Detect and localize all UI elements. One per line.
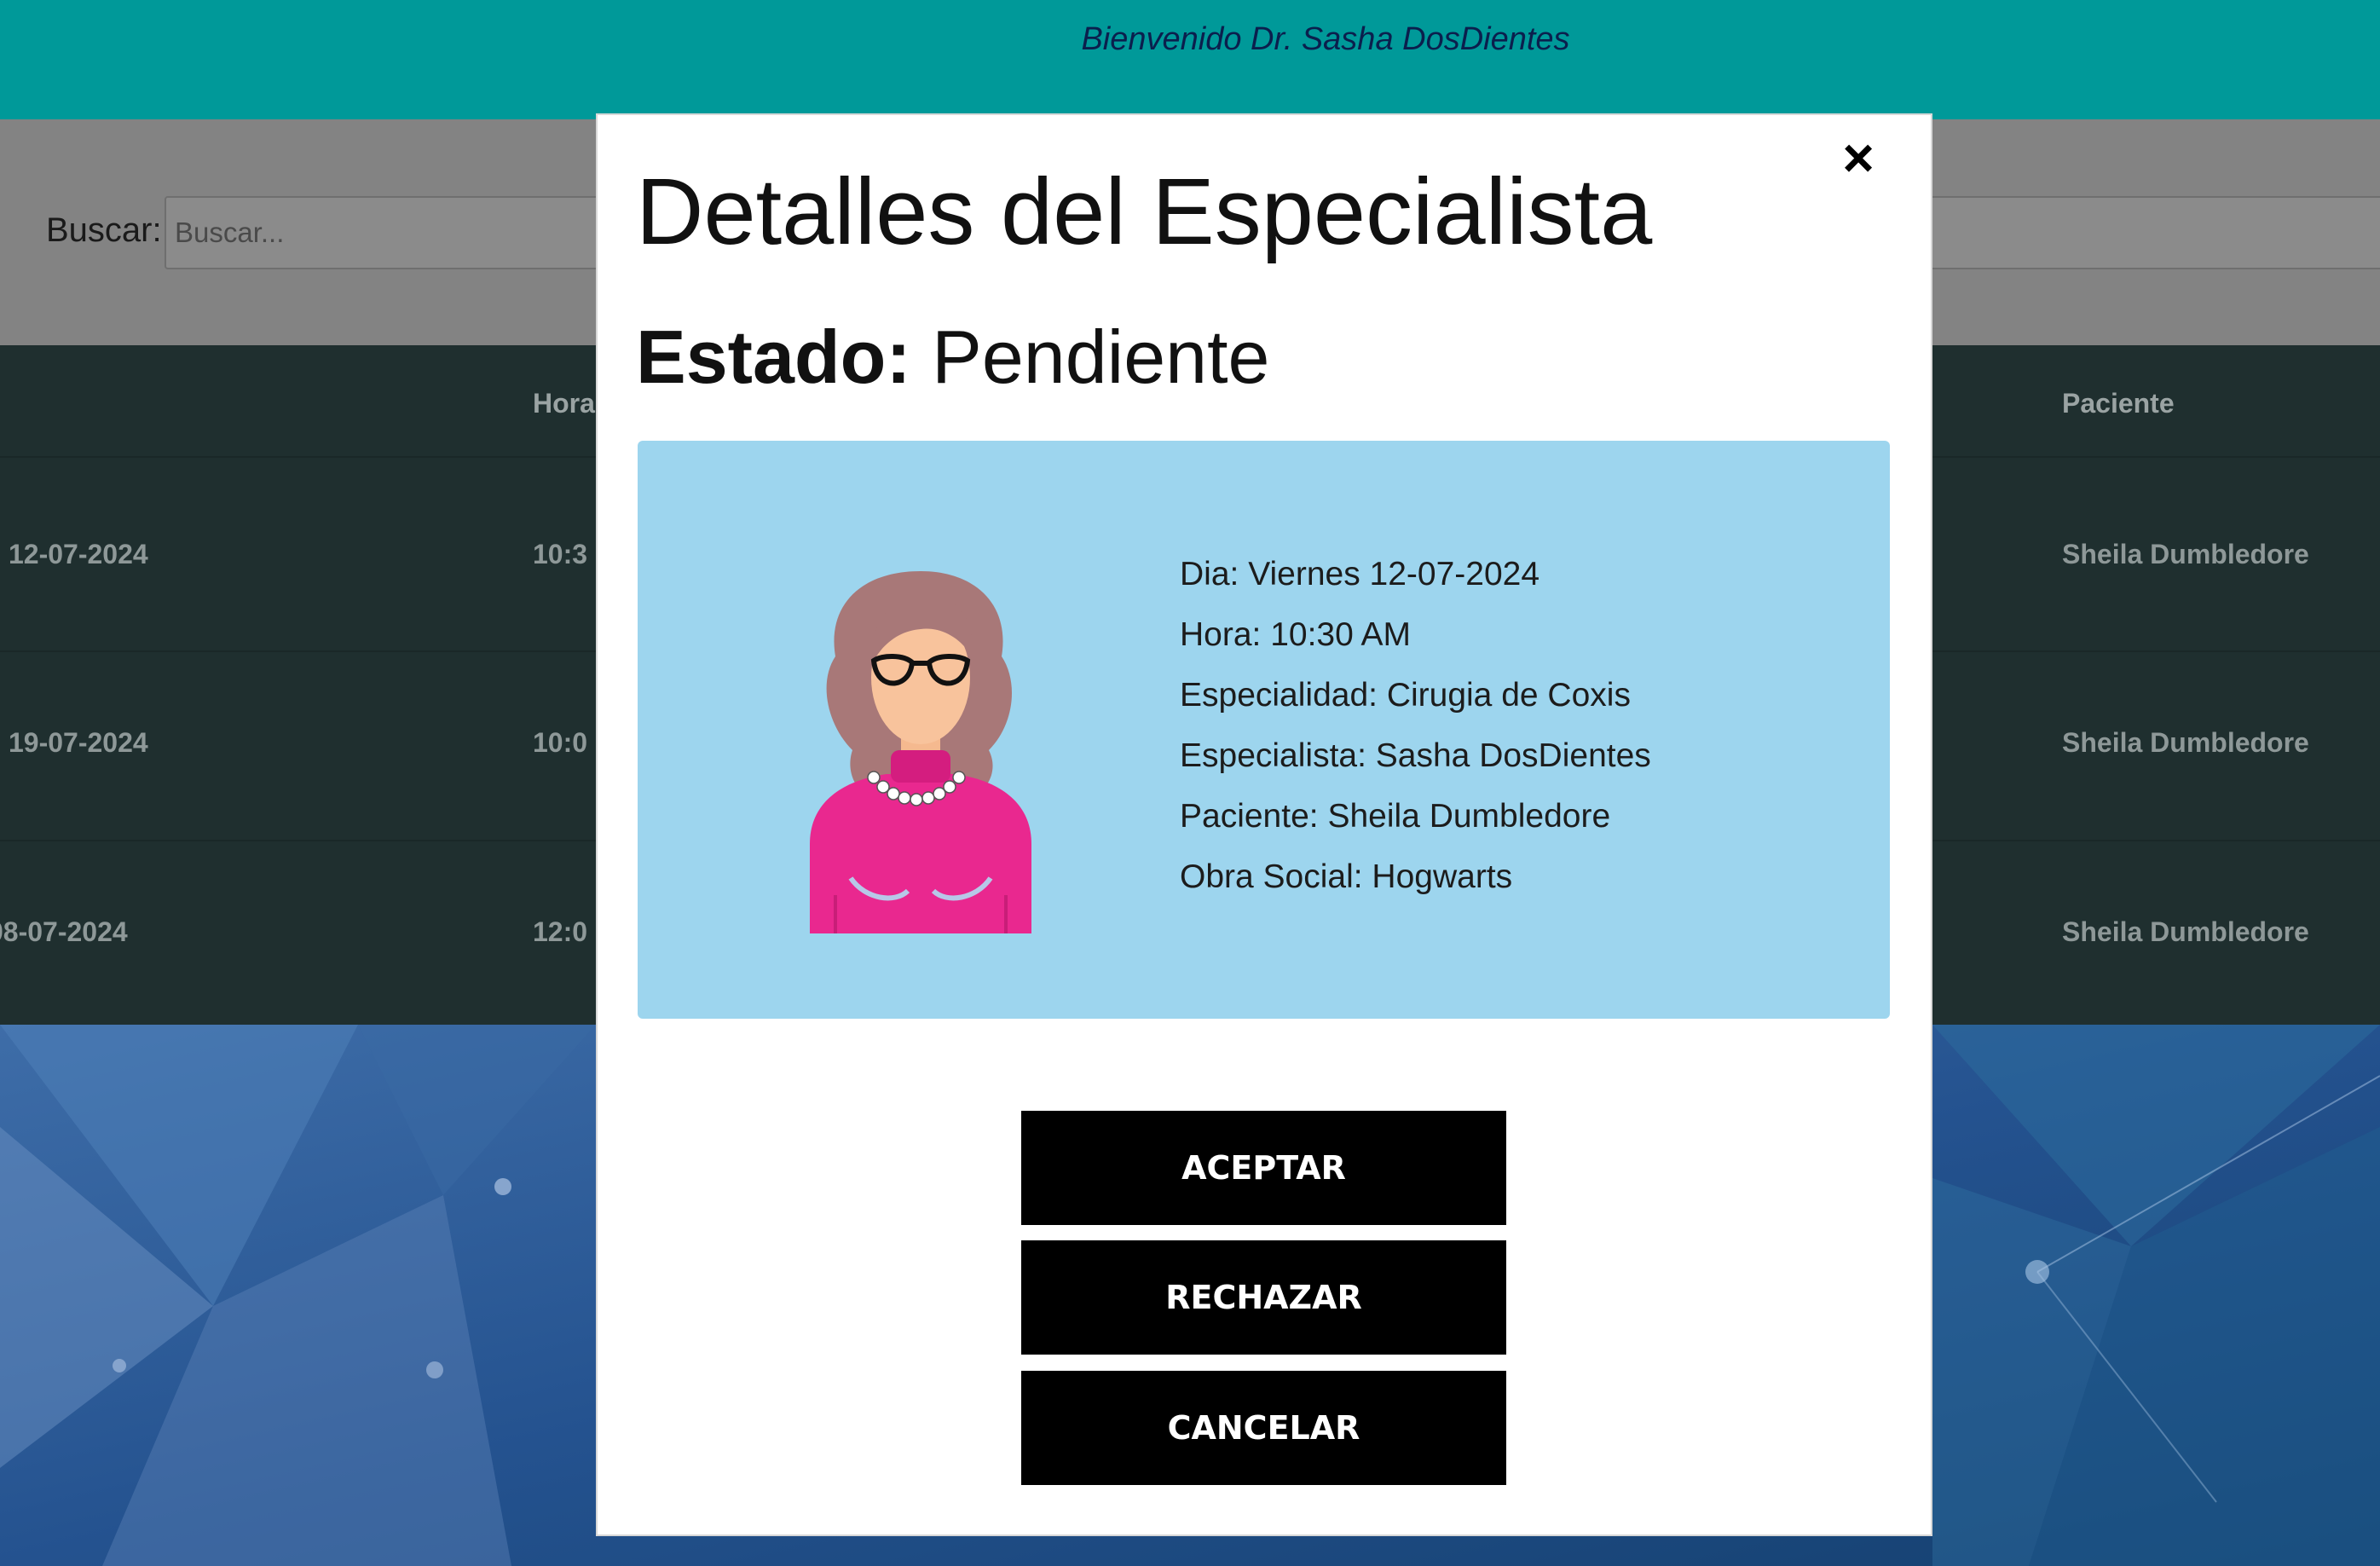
- close-icon[interactable]: ×: [1833, 128, 1884, 188]
- woman-doctor-avatar-icon: [810, 571, 1031, 933]
- detail-time: Hora: 10:30 AM: [1180, 616, 1411, 653]
- accept-button[interactable]: ACEPTAR: [1021, 1111, 1506, 1225]
- status-label: Estado:: [636, 315, 911, 399]
- status-line: Estado: Pendiente: [636, 314, 1270, 401]
- reject-button[interactable]: RECHAZAR: [1021, 1240, 1506, 1355]
- detail-insurance: Obra Social: Hogwarts: [1180, 858, 1513, 895]
- detail-specialty: Especialidad: Cirugia de Coxis: [1180, 677, 1631, 714]
- status-value: Pendiente: [932, 315, 1270, 399]
- detail-day: Dia: Viernes 12-07-2024: [1180, 556, 1540, 592]
- modal-title: Detalles del Especialista: [636, 159, 1653, 264]
- cancel-button[interactable]: CANCELAR: [1021, 1371, 1506, 1485]
- detail-patient: Paciente: Sheila Dumbledore: [1180, 798, 1611, 835]
- detail-specialist: Especialista: Sasha DosDientes: [1180, 737, 1651, 774]
